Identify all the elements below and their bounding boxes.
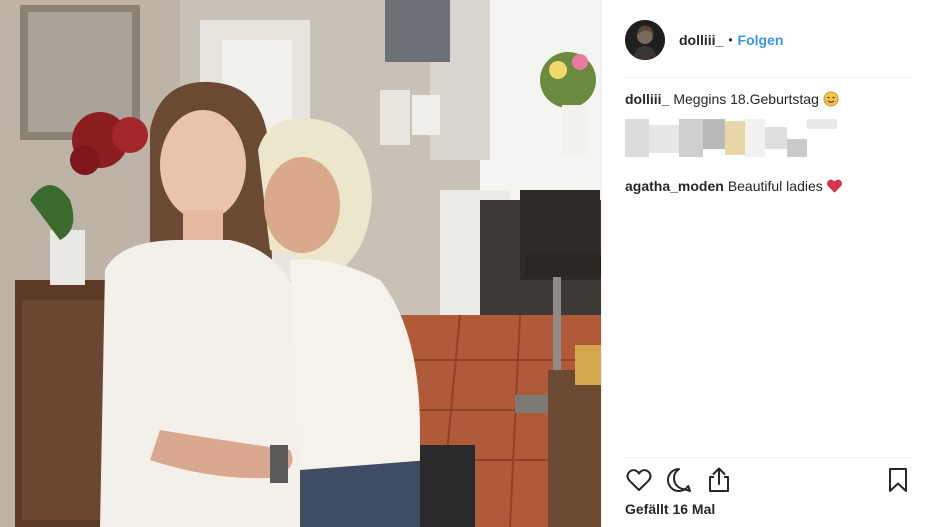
heart-icon — [826, 179, 842, 197]
comments-section: dolliii_ Meggins 18.Geburtstag agatha_mo… — [625, 90, 912, 203]
action-bar — [625, 464, 912, 496]
username-link[interactable]: dolliii_ — [679, 32, 723, 48]
follow-button[interactable]: Folgen — [738, 32, 784, 48]
speech-bubble-icon[interactable] — [665, 466, 693, 494]
comment-username[interactable]: agatha_moden — [625, 178, 724, 194]
photo-illustration — [0, 0, 601, 527]
heart-outline-icon[interactable] — [625, 466, 653, 494]
caption-username[interactable]: dolliii_ — [625, 91, 669, 107]
smiling-face-icon — [823, 91, 839, 111]
bookmark-icon[interactable] — [884, 466, 912, 494]
comment-item: agatha_moden Beautiful ladies — [625, 177, 912, 197]
share-upload-icon[interactable] — [705, 466, 733, 494]
post-photo[interactable] — [0, 0, 601, 527]
user-avatar[interactable] — [625, 20, 665, 60]
likes-count[interactable]: Gefällt 16 Mal — [625, 501, 715, 517]
comment-text: Beautiful ladies — [727, 178, 823, 194]
caption: dolliii_ Meggins 18.Geburtstag — [625, 90, 912, 111]
separator-dot: • — [728, 33, 733, 47]
caption-text: Meggins 18.Geburtstag — [673, 91, 819, 107]
post-sidebar: dolliii_ • Folgen dolliii_ Meggins 18.Geb… — [601, 0, 935, 527]
instagram-post: dolliii_ • Folgen dolliii_ Meggins 18.Geb… — [0, 0, 935, 527]
post-header: dolliii_ • Folgen — [625, 18, 912, 62]
blurred-comment — [625, 119, 912, 159]
header-divider — [625, 77, 912, 78]
avatar-image — [625, 20, 665, 60]
actions-divider — [625, 457, 912, 458]
